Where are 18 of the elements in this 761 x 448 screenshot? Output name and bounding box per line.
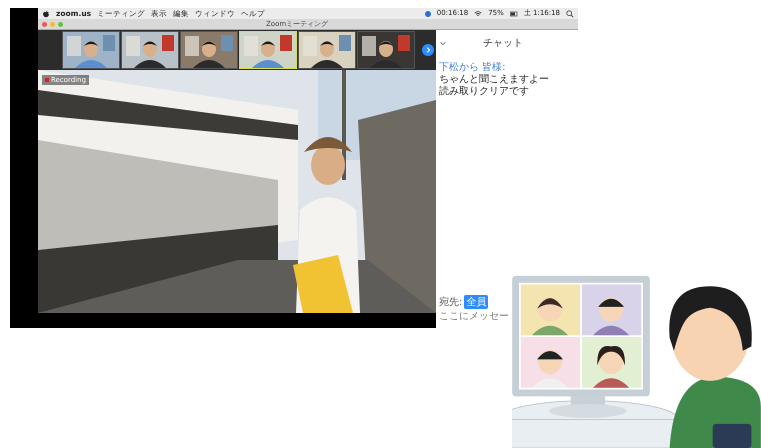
search-icon[interactable] bbox=[566, 10, 574, 18]
participant-tile[interactable] bbox=[121, 31, 179, 69]
recording-dot-icon bbox=[424, 10, 431, 16]
participant-tile[interactable] bbox=[180, 31, 238, 69]
recipient-label: 宛先: bbox=[439, 296, 462, 309]
message-text: 読み取りクリアです bbox=[439, 86, 530, 98]
chat-title: チャット bbox=[483, 37, 523, 50]
chevron-down-icon[interactable] bbox=[439, 39, 447, 47]
wifi-icon[interactable] bbox=[474, 10, 482, 18]
participant-tile[interactable] bbox=[357, 31, 415, 69]
battery-icon[interactable] bbox=[510, 10, 518, 18]
message-text: ちゃんと聞こえますよー bbox=[439, 74, 550, 86]
message-sender: 下松から 皆様: bbox=[439, 62, 507, 74]
next-arrow-button[interactable] bbox=[422, 44, 434, 56]
chevron-right-icon bbox=[424, 46, 432, 54]
participant-tile[interactable] bbox=[62, 31, 120, 69]
apple-icon[interactable] bbox=[42, 10, 50, 18]
participant-tile[interactable] bbox=[298, 31, 356, 69]
